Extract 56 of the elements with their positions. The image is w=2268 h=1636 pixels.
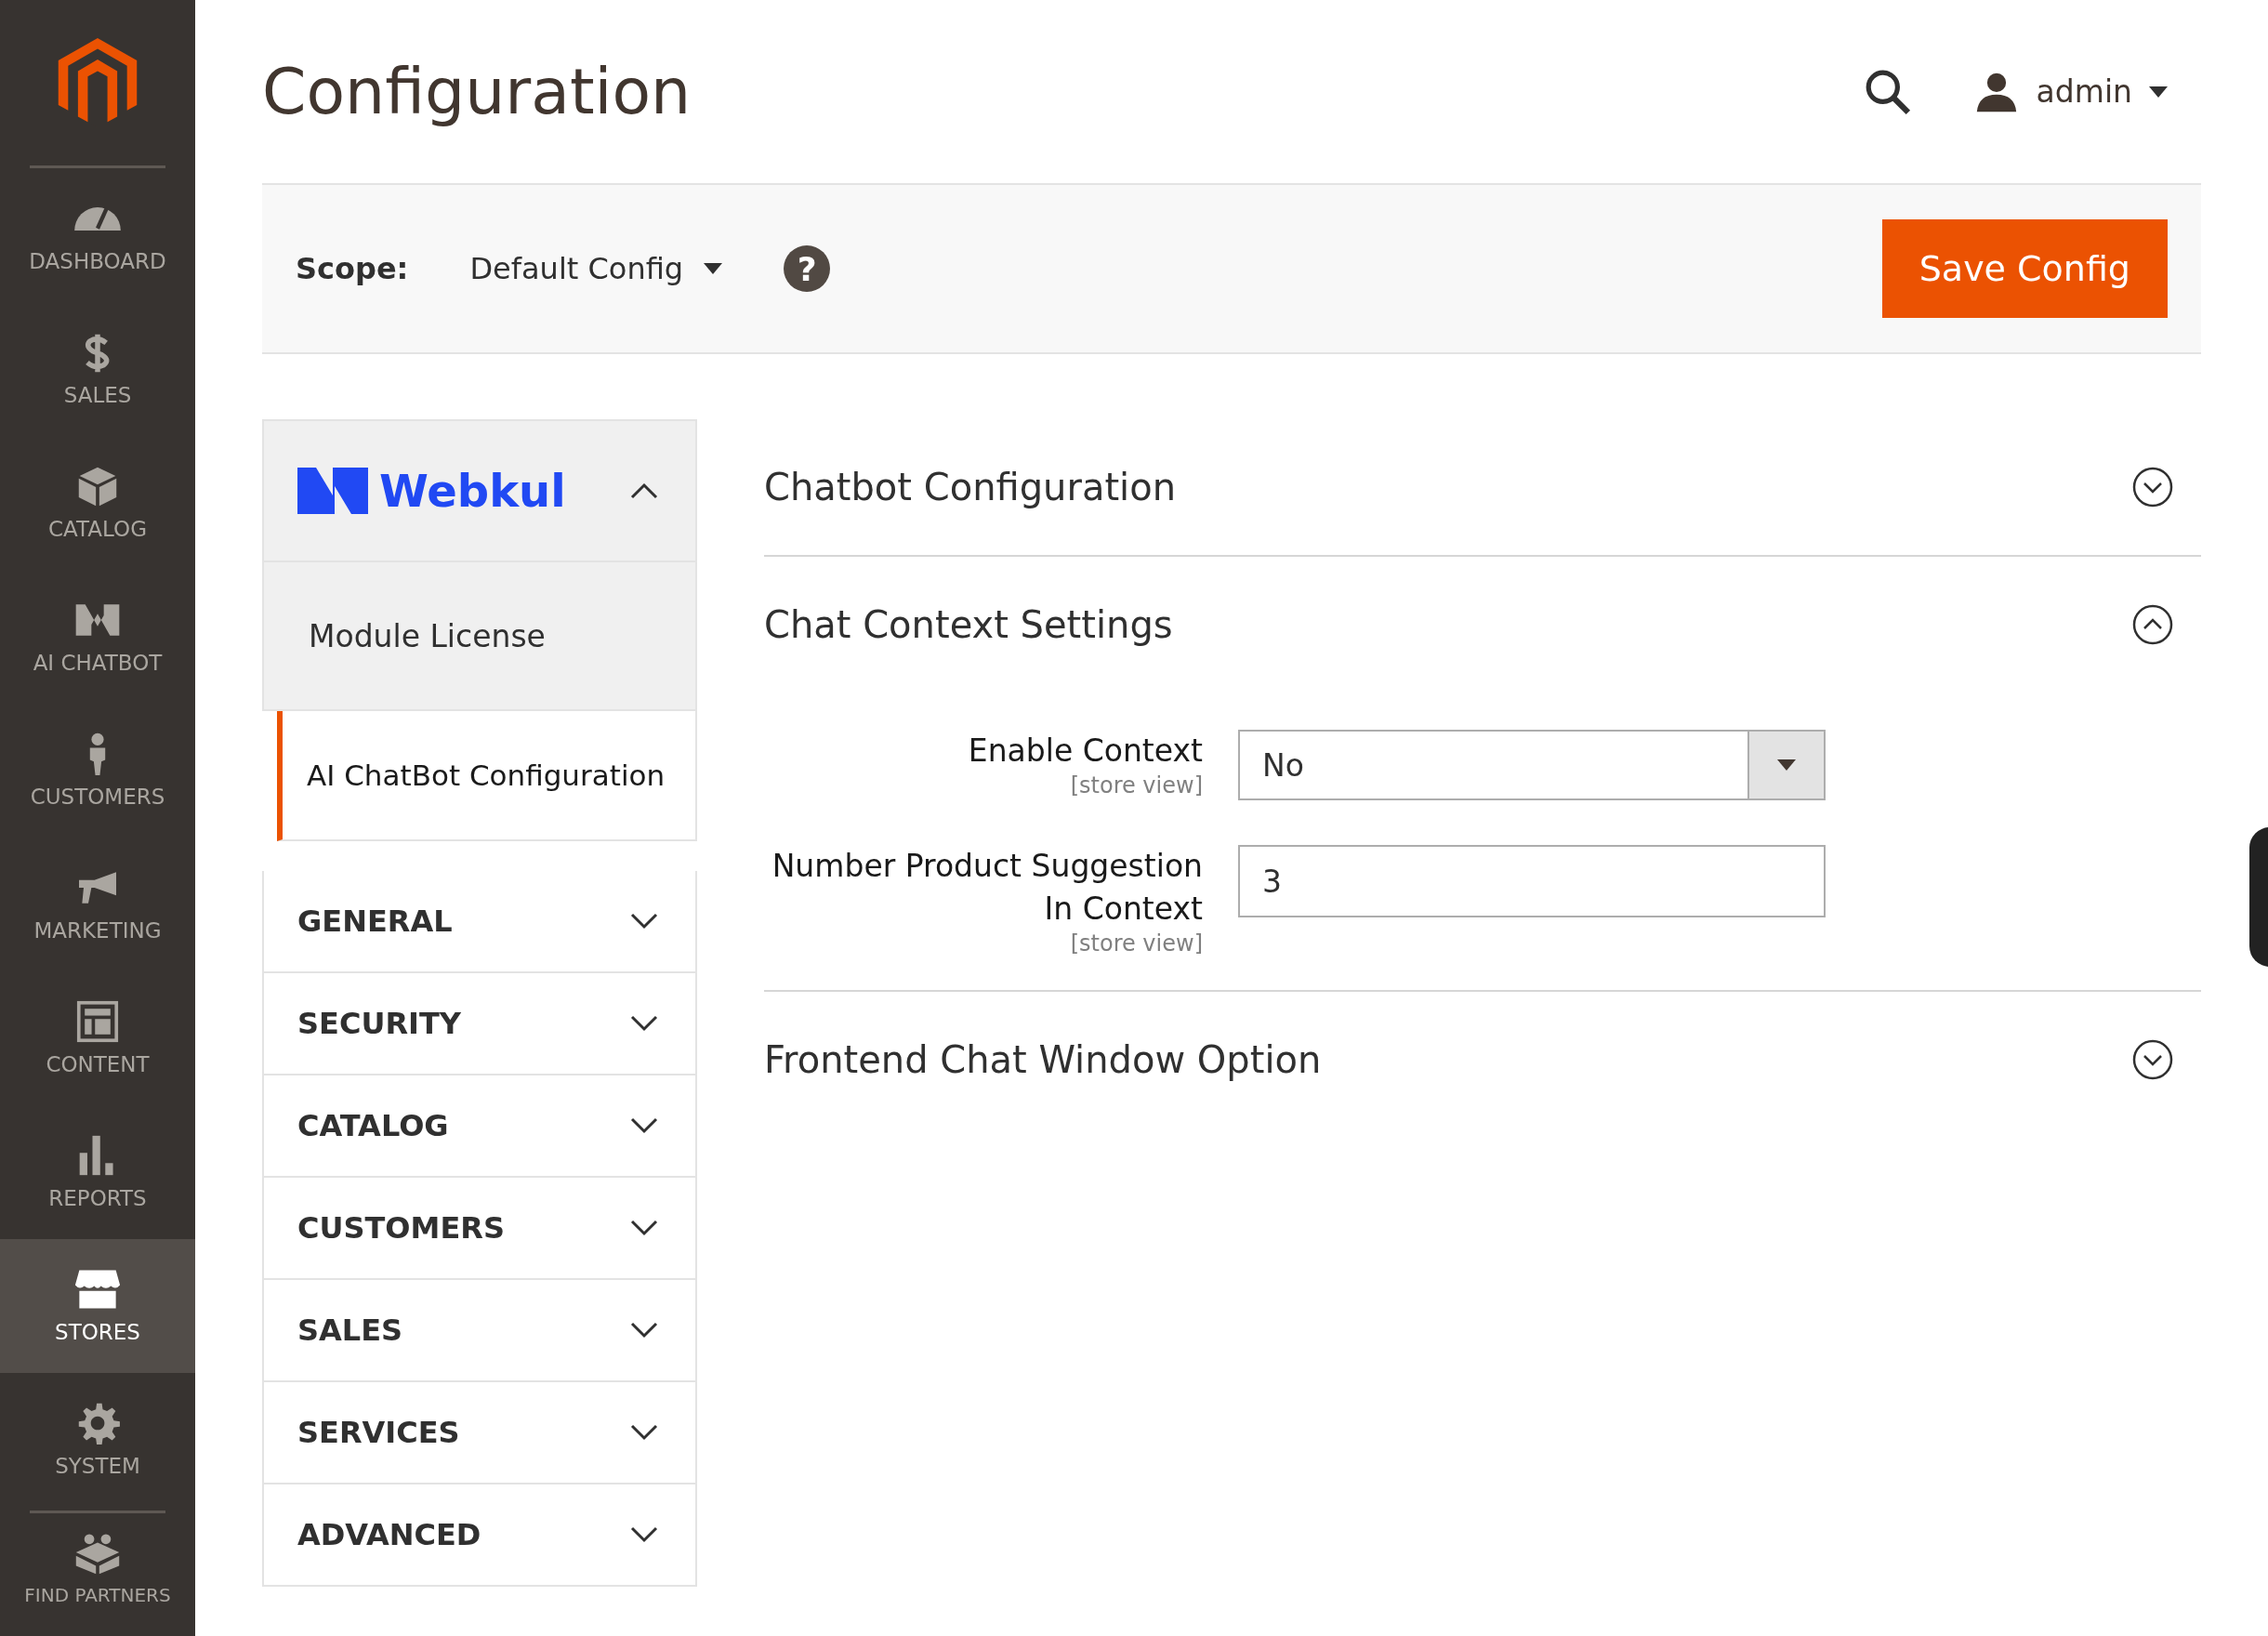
scope-dropdown[interactable]: Default Config [464,250,729,287]
sidebar-item[interactable]: FIND PARTNERS [0,1513,195,1625]
config-nav-item[interactable]: Module License [262,562,697,711]
scope-note: [store view] [1070,772,1203,798]
caret-icon [704,263,723,274]
section-header[interactable]: Frontend Chat Window Option [764,992,2201,1128]
input-field[interactable]: 3 [1238,845,1826,917]
chevron-circle-icon [2132,1039,2173,1080]
sidebar-item[interactable]: CUSTOMERS [0,704,195,838]
config-group[interactable]: CUSTOMERS [262,1178,697,1280]
sidebar-item[interactable]: MARKETING [0,838,195,971]
sidebar-item[interactable]: CATALOG [0,436,195,570]
caret-icon [1777,759,1796,771]
section-header[interactable]: Chatbot Configuration [764,419,2201,555]
chevron-circle-icon [2132,467,2173,508]
config-group[interactable]: SALES [262,1280,697,1382]
layout-icon [74,1000,121,1043]
chevron-icon [630,482,658,499]
sidebar-item[interactable]: CONTENT [0,971,195,1105]
config-group[interactable]: CATALOG [262,1075,697,1178]
webkul-logo-icon [297,468,368,514]
sidebar-item[interactable]: AI CHATBOT [0,570,195,704]
config-group[interactable]: GENERAL [262,871,697,973]
config-group[interactable]: ADVANCED [262,1484,697,1587]
blocks-icon [74,1532,121,1575]
user-menu[interactable]: admin [1967,69,2173,114]
sidebar-item[interactable]: STORES [0,1239,195,1373]
scope-label: Scope: [296,251,409,286]
chevron-icon [630,913,658,930]
field-label: Enable Context [968,732,1203,771]
chevron-circle-icon [2132,604,2173,645]
brand-header[interactable]: Webkul [262,419,697,562]
scope-note: [store view] [1070,930,1203,957]
config-group[interactable]: SECURITY [262,973,697,1075]
sidebar-item[interactable]: DASHBOARD [0,168,195,302]
sidebar-item[interactable]: SYSTEM [0,1373,195,1507]
chevron-icon [630,1117,658,1134]
chevron-icon [630,1526,658,1543]
brand-name: Webkul [379,465,566,517]
chevron-icon [630,1220,658,1236]
select-field[interactable]: No [1238,730,1826,800]
caret-icon [2149,86,2168,98]
help-icon[interactable]: ? [784,245,831,292]
section-header[interactable]: Chat Context Settings [764,557,2201,693]
sidebar-item[interactable]: SALES [0,302,195,436]
sidebar-item[interactable]: REPORTS [0,1105,195,1239]
config-nav-item[interactable]: AI ChatBot Configuration [277,711,697,841]
chevron-icon [630,1015,658,1032]
save-config-button[interactable]: Save Config [1881,219,2168,318]
chevron-icon [630,1424,658,1441]
chevron-icon [630,1322,658,1339]
field-label: Number Product Suggestion In Context [771,847,1203,929]
config-group[interactable]: SERVICES [262,1382,697,1484]
page-title: Configuration [262,55,692,128]
gauge-icon [74,206,121,231]
storefront-icon [74,1268,121,1311]
